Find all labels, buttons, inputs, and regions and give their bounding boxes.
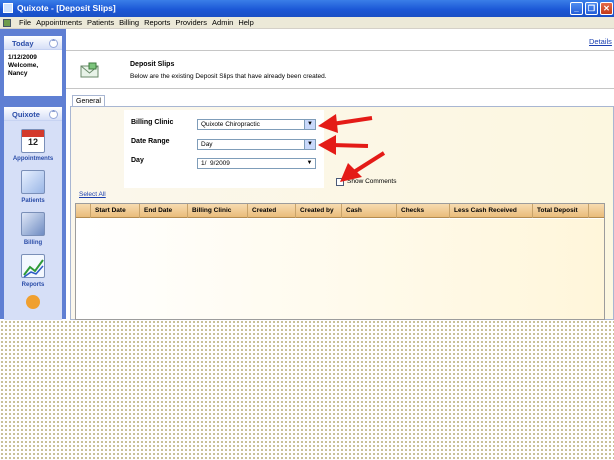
billing-clinic-value: Quixote Chiropractic	[201, 121, 260, 128]
divider	[66, 50, 614, 51]
close-button[interactable]: ✕	[600, 2, 613, 15]
page-title: Deposit Slips	[130, 61, 175, 68]
billing-icon	[21, 212, 45, 236]
chevron-down-icon[interactable]: ▼	[304, 140, 315, 149]
collapse-nav-icon[interactable]: ⌃	[49, 110, 58, 119]
nav-panel: Quixote ⌃ 12 Appointments Patients Billi…	[4, 107, 62, 329]
provider-person-icon	[26, 295, 40, 309]
billing-clinic-select[interactable]: Quixote Chiropractic ▼	[197, 119, 316, 130]
date-range-value: Day	[201, 141, 213, 148]
patient-card-icon	[21, 170, 45, 194]
menu-help[interactable]: Help	[238, 18, 253, 27]
column-header-start-date[interactable]: Start Date	[91, 204, 140, 218]
column-header-checks[interactable]: Checks	[397, 204, 450, 218]
menu-providers[interactable]: Providers	[175, 18, 207, 27]
today-panel-header[interactable]: Today ⌃	[4, 36, 62, 50]
today-date: 1/12/2009	[8, 54, 37, 61]
envelope-icon	[80, 62, 100, 79]
page-description: Below are the existing Deposit Slips tha…	[130, 73, 327, 80]
menu-billing[interactable]: Billing	[119, 18, 139, 27]
date-range-label: Date Range	[131, 138, 170, 145]
divider	[66, 88, 614, 89]
user-name: Nancy	[8, 70, 28, 77]
today-panel: Today ⌃ 1/12/2009 Welcome, Nancy	[4, 36, 62, 96]
today-panel-title: Today	[12, 39, 34, 48]
details-link[interactable]: Details	[589, 37, 612, 46]
column-header-end-date[interactable]: End Date	[140, 204, 188, 218]
background-texture	[0, 320, 614, 460]
column-header-cash[interactable]: Cash	[342, 204, 397, 218]
menu-patients[interactable]: Patients	[87, 18, 114, 27]
app-menu-icon[interactable]	[3, 19, 11, 27]
nav-list: 12 Appointments Patients Billing Reports	[4, 121, 62, 329]
show-comments-checkbox[interactable]	[336, 178, 344, 186]
day-value: 1/ 9/2009	[201, 160, 230, 167]
menu-reports[interactable]: Reports	[144, 18, 170, 27]
minimize-button[interactable]: _	[570, 2, 583, 15]
menu-admin[interactable]: Admin	[212, 18, 233, 27]
column-header-total-deposit[interactable]: Total Deposit	[533, 204, 589, 218]
nav-patients-label: Patients	[21, 198, 45, 204]
menu-file[interactable]: File	[19, 18, 31, 27]
welcome-text: Welcome,	[8, 62, 39, 69]
column-header-created-by[interactable]: Created by	[296, 204, 342, 218]
nav-appointments-label: Appointments	[12, 156, 54, 162]
menu-appointments[interactable]: Appointments	[36, 18, 82, 27]
sidebar: Today ⌃ 1/12/2009 Welcome, Nancy Quixote…	[0, 29, 66, 329]
nav-panel-title: Quixote	[12, 110, 40, 119]
chevron-down-icon[interactable]: ▼	[304, 120, 315, 129]
menu-bar: File Appointments Patients Billing Repor…	[0, 17, 614, 29]
reports-chart-icon	[21, 254, 45, 278]
deposit-slips-grid: Start Date End Date Billing Clinic Creat…	[75, 203, 605, 320]
calendar-icon: 12	[21, 129, 45, 153]
grid-body	[76, 219, 604, 319]
column-header-created[interactable]: Created	[248, 204, 296, 218]
title-bar: Quixote - [Deposit Slips] _ ❐ ✕	[0, 0, 614, 17]
nav-reports-label: Reports	[21, 282, 45, 288]
billing-clinic-label: Billing Clinic	[131, 119, 174, 126]
nav-billing-label: Billing	[23, 240, 43, 246]
collapse-today-icon[interactable]: ⌃	[49, 39, 58, 48]
day-label: Day	[131, 157, 144, 164]
grid-header: Start Date End Date Billing Clinic Creat…	[76, 204, 604, 218]
window-title: Quixote - [Deposit Slips]	[17, 3, 116, 13]
day-date-picker[interactable]: 1/ 9/2009 ▼	[197, 158, 316, 169]
date-range-select[interactable]: Day ▼	[197, 139, 316, 150]
column-header-billing-clinic[interactable]: Billing Clinic	[188, 204, 248, 218]
column-header-less-cash-received[interactable]: Less Cash Received	[450, 204, 533, 218]
show-comments-label[interactable]: Show Comments	[347, 178, 397, 185]
restore-button[interactable]: ❐	[585, 2, 598, 15]
app-logo-icon	[3, 3, 13, 13]
nav-panel-header[interactable]: Quixote ⌃	[4, 107, 62, 121]
select-all-link[interactable]: Select All	[79, 191, 106, 198]
chevron-down-icon[interactable]: ▼	[304, 159, 315, 168]
column-header-select[interactable]	[76, 204, 91, 218]
calendar-badge: 12	[27, 137, 38, 147]
app-window: Quixote - [Deposit Slips] _ ❐ ✕ File App…	[0, 0, 614, 460]
